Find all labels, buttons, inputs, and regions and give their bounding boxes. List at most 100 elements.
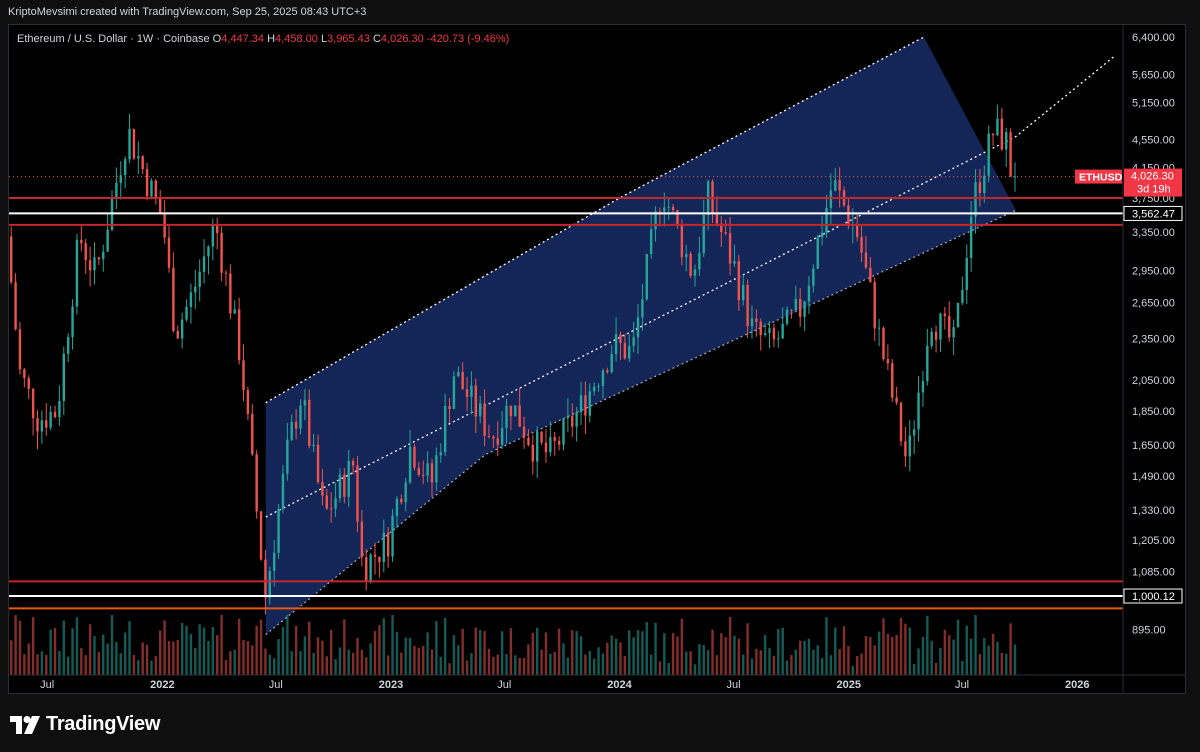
volume-bar: [404, 637, 407, 675]
candle-body: [917, 392, 920, 430]
volume-bar: [176, 640, 179, 675]
volume-bar: [45, 654, 48, 675]
candle-body: [84, 243, 87, 261]
candle-body: [742, 284, 745, 301]
volume-bar: [926, 615, 929, 675]
volume-bar: [649, 654, 653, 675]
volume-bar: [948, 635, 951, 675]
volume-bar: [137, 660, 140, 675]
volume-bar: [172, 641, 175, 675]
volume-bar: [141, 642, 144, 675]
volume-bar: [194, 648, 197, 675]
candle-body: [527, 437, 530, 445]
volume-bar: [75, 617, 79, 675]
candle-body: [544, 442, 548, 453]
volume-bar: [492, 656, 495, 675]
candle-body: [926, 345, 929, 382]
volume-bar: [88, 624, 92, 675]
candle-body: [102, 251, 105, 260]
candle-body: [641, 299, 644, 318]
candle-body: [987, 133, 990, 176]
candle-body: [746, 284, 749, 327]
volume-bar: [119, 653, 122, 675]
volume-bar: [474, 627, 478, 675]
volume-bar: [509, 628, 513, 675]
candle-body: [443, 406, 447, 453]
volume-bar: [606, 642, 609, 675]
candle-body: [9, 236, 13, 283]
candle-body: [308, 399, 311, 447]
volume-bar: [584, 654, 587, 675]
volume-bar: [855, 656, 859, 675]
candle-body: [347, 460, 350, 497]
candle-body: [62, 353, 65, 402]
volume-bar: [321, 640, 324, 675]
candle-body: [974, 182, 977, 217]
price-chart[interactable]: 6,400.005,650.005,150.004,550.004,150.00…: [9, 25, 1185, 693]
candle-body: [847, 205, 850, 226]
volume-bar: [728, 616, 732, 675]
volume-bar: [698, 644, 701, 675]
volume-bar: [290, 651, 293, 675]
price-tick-label: 1,085.00: [1132, 566, 1175, 578]
volume-bar: [663, 633, 666, 675]
candle-body: [255, 454, 258, 512]
volume-bar: [180, 622, 184, 675]
candle-body: [619, 334, 622, 344]
volume-bar: [544, 632, 548, 675]
volume-bar: [540, 649, 543, 675]
candle-body: [316, 444, 320, 483]
time-tick-label: 2026: [1065, 679, 1089, 691]
candle-body: [23, 369, 26, 379]
candle-body: [531, 444, 535, 462]
price-tick-label: 4,550.00: [1132, 135, 1175, 147]
candle-body: [939, 313, 942, 340]
candle-body: [97, 257, 101, 260]
candle-body: [40, 420, 44, 432]
volume-bar: [272, 658, 276, 675]
volume-bar: [825, 617, 828, 675]
time-tick-label: 2024: [607, 679, 632, 691]
volume-bar: [632, 637, 635, 675]
candle-body: [588, 391, 592, 416]
candle-body: [286, 439, 289, 474]
volume-bar: [715, 655, 719, 675]
candle-body: [689, 253, 692, 276]
volume-bar: [991, 633, 995, 675]
candle-body: [930, 331, 933, 346]
volume-bar: [794, 649, 798, 675]
tradingview-logo[interactable]: TradingView: [10, 713, 160, 736]
candle-body: [58, 401, 61, 418]
candle-body: [1009, 132, 1012, 177]
volume-bar: [1009, 623, 1012, 675]
volume-bar: [619, 642, 622, 675]
candle-body: [426, 463, 429, 476]
candle-body: [777, 338, 780, 340]
volume-bar: [961, 661, 964, 675]
volume-bar: [308, 621, 311, 675]
price-tick-label: 5,150.00: [1132, 97, 1175, 109]
price-tick-label: 2,050.00: [1132, 375, 1175, 387]
candle-body: [711, 181, 714, 213]
price-tick-label: 5,650.00: [1132, 70, 1175, 82]
candle-body: [145, 169, 149, 197]
candle-body: [610, 353, 613, 373]
volume-bar: [80, 648, 83, 675]
candle-body: [509, 405, 513, 417]
candle-body: [702, 214, 705, 254]
volume-bar: [860, 653, 863, 675]
volume-bar: [106, 643, 109, 675]
candle-body: [671, 206, 675, 210]
candle-body: [698, 253, 701, 270]
volume-bar: [220, 615, 223, 675]
volume-bar: [426, 632, 429, 675]
price-tick-label: 895.00: [1132, 624, 1166, 636]
candle-body: [132, 129, 136, 159]
time-axis[interactable]: Jul 2022 Jul 2023 Jul 2024 Jul 2025 Jul 2026: [9, 674, 1185, 691]
level-tag-label: 3,562.47: [1132, 208, 1175, 220]
candle-body: [597, 386, 600, 388]
candle-body: [220, 232, 223, 273]
volume-bar: [66, 656, 70, 675]
candle-body: [829, 190, 833, 208]
chart-frame[interactable]: 6,400.00 5,650.00 5,150.00 4,550.00 4,150.00…: [8, 24, 1186, 694]
